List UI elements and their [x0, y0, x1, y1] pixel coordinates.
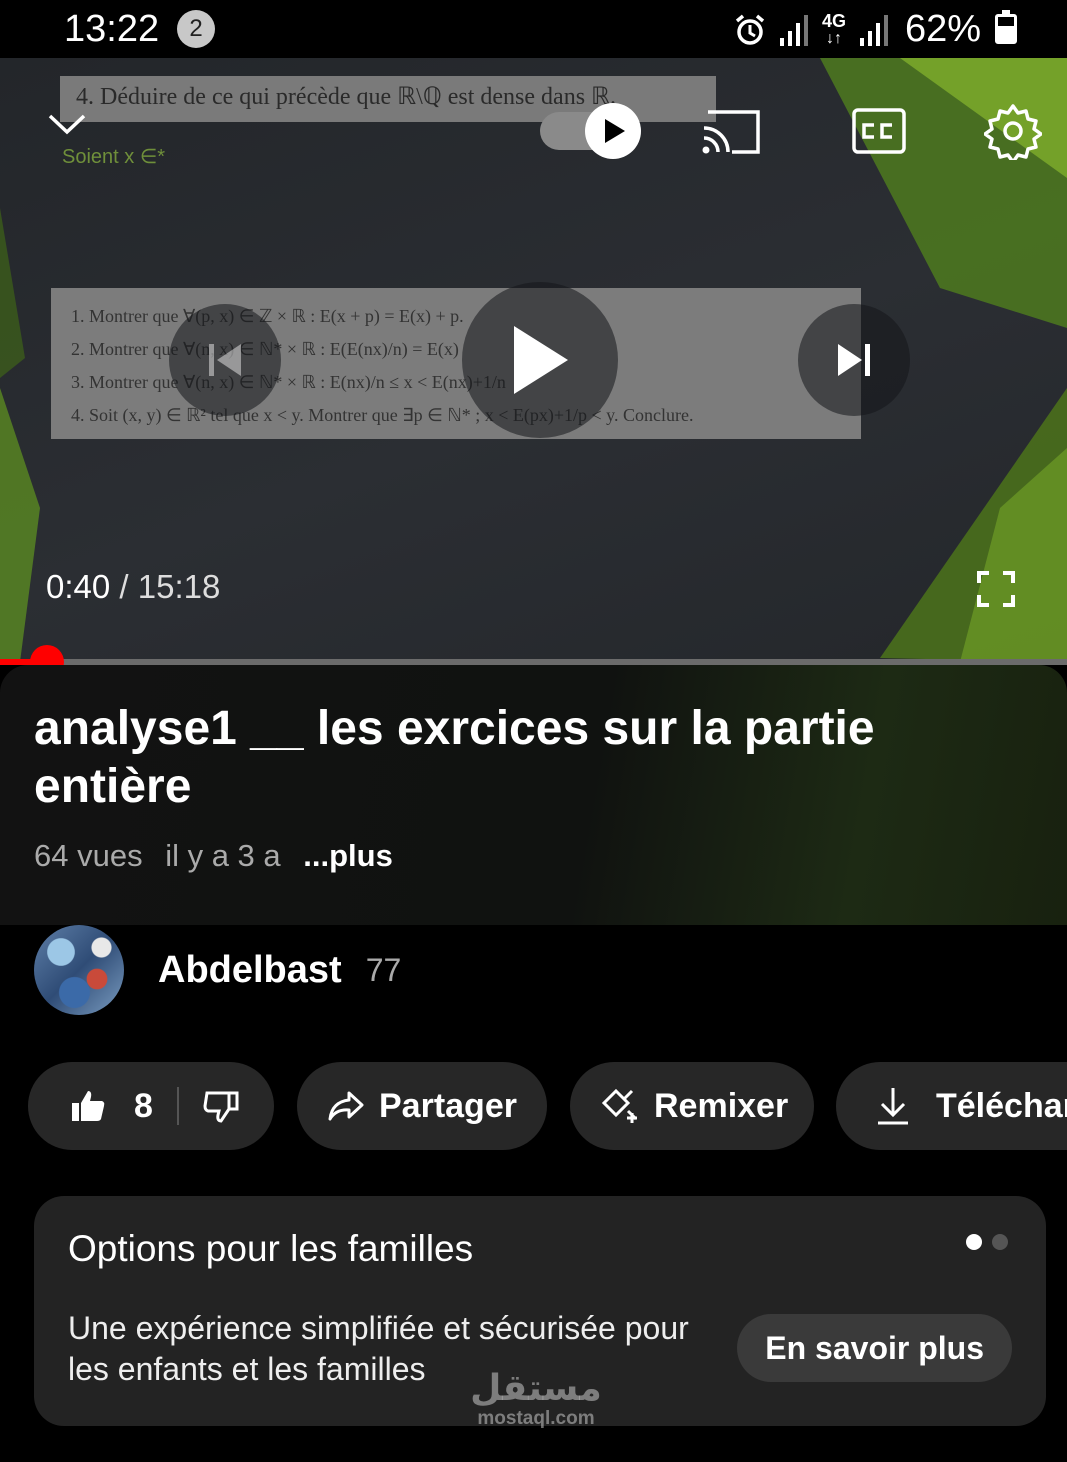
- carousel-dot-active: [966, 1234, 982, 1250]
- video-title[interactable]: analyse1 __ les exrcices sur la partie e…: [34, 700, 934, 816]
- previous-button[interactable]: [169, 304, 281, 416]
- watermark-arabic: مستقل: [470, 1368, 602, 1409]
- time-display: 0:40 / 15:18: [46, 568, 220, 606]
- cast-icon[interactable]: [702, 106, 762, 156]
- play-button[interactable]: [462, 282, 618, 438]
- settings-icon[interactable]: [984, 102, 1042, 160]
- card-description: Une expérience simplifiée et sécurisée p…: [68, 1310, 689, 1387]
- video-meta[interactable]: 64 vues il y a 3 a ...plus: [34, 838, 407, 874]
- remix-button[interactable]: Remixer: [570, 1062, 814, 1150]
- download-button[interactable]: Téléchar: [836, 1062, 1067, 1150]
- carousel-dots: [966, 1234, 1008, 1250]
- network-type-icon: 4G ↓↑: [821, 11, 846, 47]
- share-label: Partager: [379, 1086, 517, 1125]
- status-bar: 13:22 2 4G ↓↑ 62%: [0, 0, 1067, 58]
- next-icon: [838, 344, 870, 376]
- view-count: 64 vues: [34, 838, 143, 873]
- download-label: Téléchar: [936, 1086, 1067, 1125]
- more-link[interactable]: ...plus: [303, 838, 393, 873]
- channel-row[interactable]: Abdelbast 77: [34, 924, 401, 1016]
- upload-age: il y a 3 a: [165, 838, 281, 873]
- download-icon: [878, 1088, 908, 1125]
- remix-label: Remixer: [654, 1086, 789, 1125]
- notification-count-badge: 2: [177, 10, 215, 48]
- status-icons: 4G ↓↑: [732, 10, 890, 50]
- slide-text: Soient x ∈*: [62, 146, 166, 168]
- dislike-icon[interactable]: [203, 1089, 239, 1123]
- watermark-domain: mostaql.com: [477, 1408, 595, 1429]
- like-count[interactable]: 8: [134, 1087, 153, 1126]
- duration: 15:18: [137, 568, 221, 605]
- fullscreen-icon[interactable]: [976, 570, 1016, 608]
- previous-icon: [209, 344, 241, 376]
- clock: 13:22: [64, 8, 160, 50]
- share-button[interactable]: Partager: [297, 1062, 547, 1150]
- alarm-icon: [735, 14, 765, 45]
- carousel-dot: [992, 1234, 1008, 1250]
- captions-icon[interactable]: [852, 108, 906, 154]
- like-icon[interactable]: [70, 1089, 106, 1123]
- like-dislike-chip: 8: [28, 1062, 274, 1150]
- signal-icon-2: [860, 15, 888, 46]
- channel-name[interactable]: Abdelbast: [158, 949, 342, 992]
- play-icon: [514, 326, 568, 394]
- current-time: 0:40: [46, 568, 111, 605]
- remix-icon: [602, 1088, 638, 1123]
- autoplay-play-icon[interactable]: [585, 103, 641, 159]
- chip-divider: [176, 1087, 179, 1125]
- share-icon: [328, 1091, 364, 1121]
- battery-percent: 62%: [905, 8, 982, 50]
- video-player[interactable]: 4. Déduire de ce qui précède que ℝ\ℚ est…: [0, 58, 1067, 662]
- battery-icon: [995, 10, 1017, 44]
- chevron-down-icon[interactable]: [46, 110, 88, 140]
- signal-icon: [780, 15, 808, 46]
- channel-avatar[interactable]: [34, 925, 124, 1015]
- time-separator: /: [119, 568, 129, 605]
- watermark-logo: مستقل mostaql.com: [466, 1370, 606, 1430]
- slide-line: 4. Soit (x, y) ∈ ℝ² tel que x < y. Montr…: [71, 405, 694, 425]
- card-title: Options pour les familles: [68, 1228, 474, 1269]
- subscriber-count: 77: [365, 951, 402, 988]
- next-button[interactable]: [798, 304, 910, 416]
- learn-more-button[interactable]: En savoir plus: [737, 1314, 1012, 1382]
